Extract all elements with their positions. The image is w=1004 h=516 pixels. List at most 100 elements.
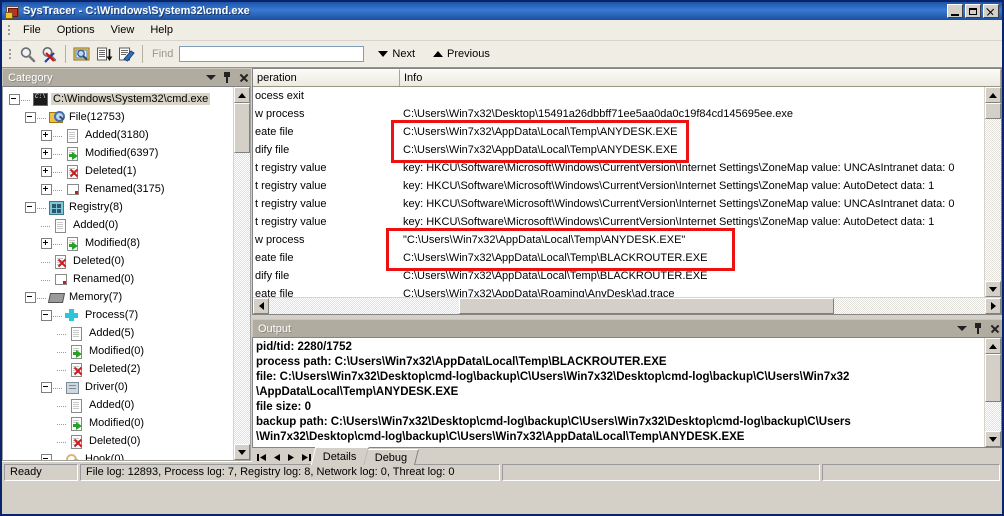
output-scroll-down-button[interactable] [985,431,1001,447]
tree-expander-minus[interactable] [25,201,36,213]
list-scroll-left-button[interactable] [253,298,269,314]
find-input[interactable] [179,46,365,62]
tree-item[interactable]: Modified(6397) [5,144,233,162]
category-tree-vscrollbar[interactable] [233,87,250,460]
column-header-operation[interactable]: peration [253,69,400,86]
list-hscroll-track-left[interactable] [269,298,459,314]
find-next-button[interactable]: Next [374,46,419,62]
table-row[interactable]: eate file C:\Users\Win7x32\AppData\Local\… [253,249,984,267]
output-text[interactable]: pid/tid: 2280/1752 process path: C:\Users… [253,338,984,447]
tab-debug[interactable]: Debug [363,449,420,465]
tree-expander-minus[interactable] [41,381,52,393]
tree-item[interactable]: Added(5) [5,324,233,342]
tree-item[interactable]: Added(0) [5,216,233,234]
minimize-button[interactable] [947,4,963,18]
table-row[interactable]: t registry value key: HKCU\Software\Micro… [253,213,984,231]
tree-expander-minus[interactable] [41,453,52,460]
event-list-vscrollbar[interactable] [984,87,1001,297]
tree-item[interactable]: Registry(8) [5,198,233,216]
tree-item[interactable]: C:\Windows\System32\cmd.exe [5,90,233,108]
maximize-button[interactable] [965,4,981,18]
report-edit-icon[interactable] [115,43,137,65]
tree-item[interactable]: Modified(0) [5,414,233,432]
tree-item-label: Added(5) [89,327,135,339]
tree-item[interactable]: Deleted(0) [5,252,233,270]
magnifier-icon[interactable] [16,43,38,65]
list-scroll-right-button[interactable] [985,298,1001,314]
tree-item[interactable]: Modified(0) [5,342,233,360]
list-scroll-down-button[interactable] [985,281,1001,297]
menu-options[interactable]: Options [49,22,103,38]
tree-item[interactable]: Deleted(0) [5,432,233,450]
list-scroll-track[interactable] [985,119,1001,281]
category-pin-button[interactable] [219,70,235,85]
output-scroll-up-button[interactable] [985,338,1001,354]
tree-expander-plus[interactable] [41,237,52,249]
category-pane-title: Category [8,71,53,84]
tree-item[interactable]: Renamed(0) [5,270,233,288]
tree-expander-plus[interactable] [41,129,52,141]
list-scroll-thumb[interactable] [985,103,1001,119]
output-close-button[interactable] [986,321,1002,336]
tree-item[interactable]: Deleted(2) [5,360,233,378]
table-row[interactable]: w process C:\Users\Win7x32\Desktop\15491a… [253,105,984,123]
category-tree[interactable]: C:\Windows\System32\cmd.exe File(12753) Ad… [3,87,233,460]
table-row[interactable]: t registry value key: HKCU\Software\Micro… [253,195,984,213]
tree-expander-plus[interactable] [41,147,52,159]
tree-item[interactable]: Added(3180) [5,126,233,144]
tree-scroll-track[interactable] [234,153,250,444]
list-scroll-up-button[interactable] [985,87,1001,103]
tree-expander-minus[interactable] [41,309,52,321]
output-menu-button[interactable] [954,321,970,336]
tree-item[interactable]: Deleted(1) [5,162,233,180]
table-row[interactable]: t registry value key: HKCU\Software\Micro… [253,159,984,177]
magnifier-remove-icon[interactable] [38,43,60,65]
table-row[interactable]: t registry value key: HKCU\Software\Micro… [253,177,984,195]
tree-item[interactable]: Process(7) [5,306,233,324]
find-previous-button[interactable]: Previous [429,46,494,62]
output-scroll-thumb[interactable] [985,354,1001,402]
table-row[interactable]: ocess exit [253,87,984,105]
tree-scroll-down-button[interactable] [234,444,250,460]
event-list-rows[interactable]: ocess exit w process C:\Users\Win7x32\Desk… [253,87,984,297]
output-vscrollbar[interactable] [984,338,1001,447]
close-button[interactable] [983,4,999,18]
cell-info: C:\Users\Win7x32\AppData\Local\Temp\ANYD… [403,126,678,138]
table-row[interactable]: w process "C:\Users\Win7x32\AppData\Local… [253,231,984,249]
tree-item[interactable]: File(12753) [5,108,233,126]
table-row[interactable]: eate file C:\Users\Win7x32\AppData\Roamin… [253,285,984,297]
tree-scroll-thumb[interactable] [234,103,250,153]
tree-item[interactable]: Modified(8) [5,234,233,252]
category-menu-button[interactable] [203,70,219,85]
list-export-icon[interactable] [93,43,115,65]
tree-item[interactable]: Memory(7) [5,288,233,306]
tree-item[interactable]: Hook(0) [5,450,233,460]
output-pin-button[interactable] [970,321,986,336]
menu-help[interactable]: Help [142,22,181,38]
tree-item[interactable]: Renamed(3175) [5,180,233,198]
snapshot-compare-icon[interactable] [71,43,93,65]
tree-expander-plus[interactable] [41,183,52,195]
toolbar-grip-handle[interactable] [6,46,14,62]
output-scroll-track[interactable] [985,402,1001,431]
list-hscroll-track-right[interactable] [834,298,985,314]
tree-expander-plus[interactable] [41,165,52,177]
tree-item[interactable]: Driver(0) [5,378,233,396]
list-hscroll-thumb[interactable] [459,298,834,314]
memory-icon [47,290,66,305]
tab-details[interactable]: Details [310,447,369,465]
tree-expander-minus[interactable] [25,291,36,303]
tree-expander-minus[interactable] [9,93,20,105]
category-close-button[interactable] [235,70,251,85]
event-list-hscrollbar[interactable] [253,297,1001,314]
menu-grip-handle[interactable] [5,22,13,38]
table-row[interactable]: eate file C:\Users\Win7x32\AppData\Local\… [253,123,984,141]
tree-scroll-up-button[interactable] [234,87,250,103]
table-row[interactable]: dify file C:\Users\Win7x32\AppData\Local\… [253,267,984,285]
menu-file[interactable]: File [15,22,49,38]
column-header-info[interactable]: Info [400,69,1001,86]
tree-expander-minus[interactable] [25,111,36,123]
table-row[interactable]: dify file C:\Users\Win7x32\AppData\Local\… [253,141,984,159]
menu-view[interactable]: View [103,22,143,38]
tree-item[interactable]: Added(0) [5,396,233,414]
